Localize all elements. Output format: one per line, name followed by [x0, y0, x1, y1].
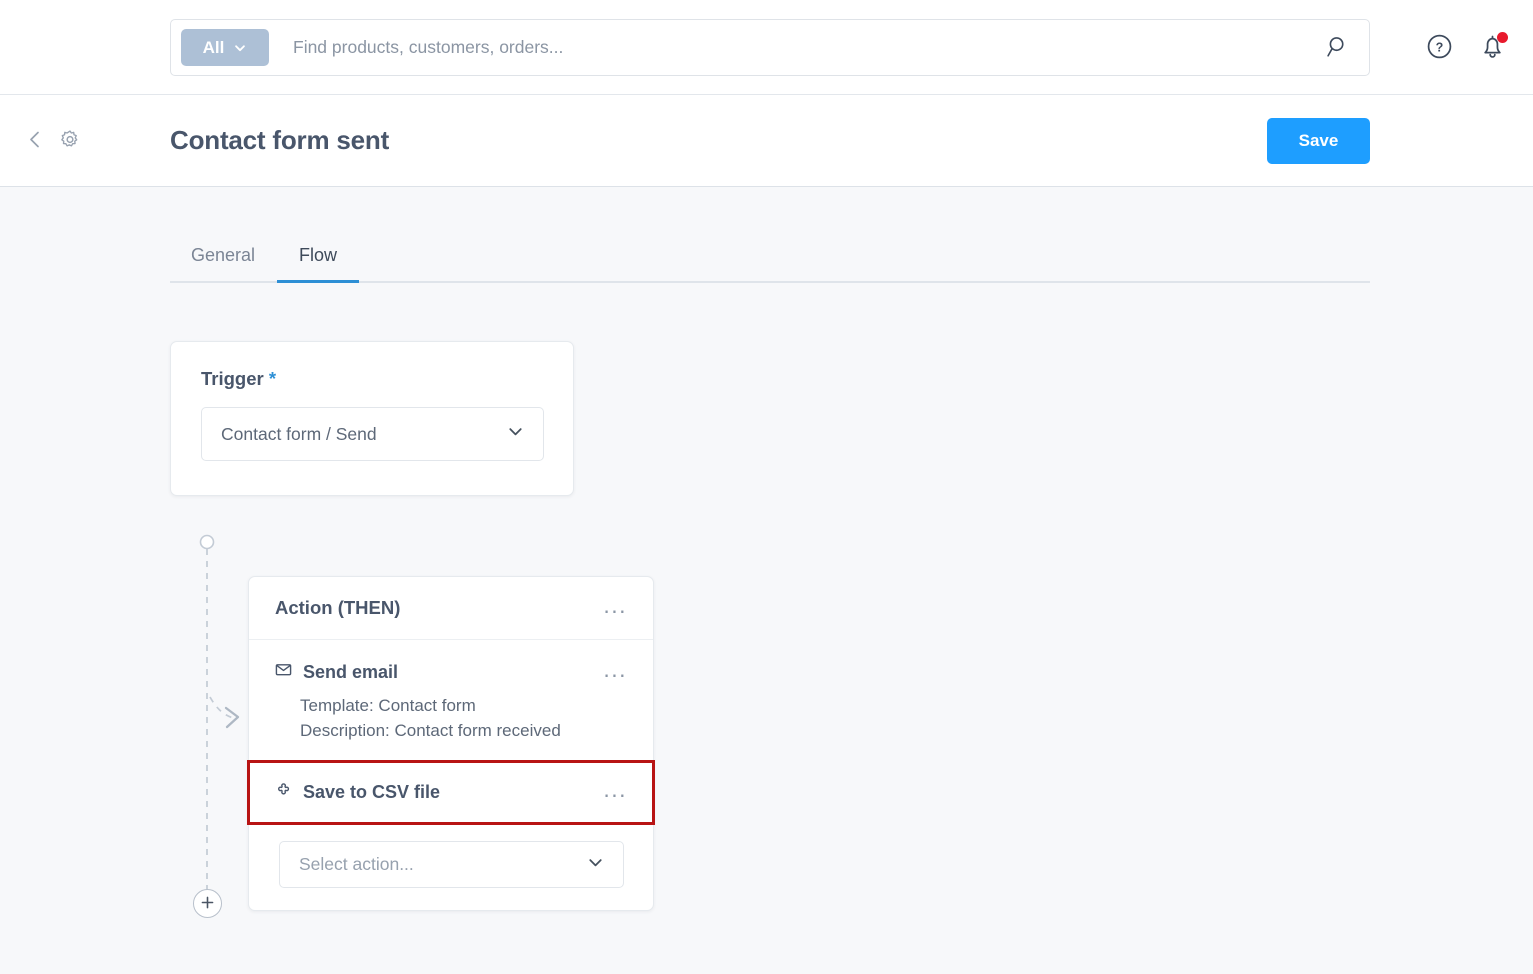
action-card: Action (THEN) ... Send email ... Templat…	[247, 576, 655, 911]
action-item-save-to-csv[interactable]: Save to CSV file ...	[247, 760, 655, 825]
notifications-button[interactable]	[1478, 31, 1508, 64]
action-item-name: Send email	[275, 661, 398, 683]
action-item-meta-line: Template: Contact form	[300, 696, 476, 715]
help-button[interactable]: ?	[1425, 32, 1454, 64]
search-scope-dropdown[interactable]: All	[181, 29, 269, 66]
required-marker: *	[268, 368, 277, 389]
envelope-icon	[275, 661, 292, 683]
add-action-placeholder: Select action...	[299, 854, 414, 874]
settings-button[interactable]	[55, 124, 85, 157]
global-search-container: All	[170, 19, 1370, 76]
action-item-row: Save to CSV file ...	[275, 778, 629, 806]
action-card-title: Action (THEN)	[275, 597, 401, 618]
trigger-card: Trigger * Contact form / Send	[170, 341, 574, 496]
tab-flow[interactable]: Flow	[277, 235, 360, 283]
search-icon	[1326, 34, 1351, 62]
action-item-meta: Template: Contact form Description: Cont…	[275, 693, 629, 743]
page-content: General Flow Trigger * Contact form / Se…	[0, 187, 1533, 974]
trigger-label-text: Trigger	[201, 368, 264, 389]
chevron-left-icon	[24, 128, 46, 153]
top-search-bar: All ?	[0, 0, 1533, 95]
action-item-meta-line: Description: Contact form received	[300, 721, 561, 740]
tab-general[interactable]: General	[170, 235, 277, 283]
action-item-label: Send email	[303, 661, 399, 682]
plus-icon	[200, 895, 215, 913]
tab-bar: General Flow	[170, 235, 1370, 283]
notification-badge-dot	[1497, 31, 1508, 43]
action-item-row: Send email ...	[275, 658, 629, 686]
trigger-select-value: Contact form / Send	[221, 423, 377, 444]
action-item-name: Save to CSV file	[275, 781, 440, 803]
action-item-menu-button[interactable]: ...	[601, 778, 629, 806]
chevron-down-icon	[506, 422, 525, 446]
action-item-send-email[interactable]: Send email ... Template: Contact form De…	[249, 640, 653, 762]
chevron-down-icon	[233, 41, 247, 55]
arrow-right-icon	[224, 706, 240, 729]
page-header: Contact form sent Save	[0, 95, 1533, 187]
action-item-menu-button[interactable]: ...	[601, 658, 629, 686]
search-input[interactable]	[269, 36, 1322, 59]
add-action-select[interactable]: Select action...	[279, 841, 624, 888]
circle-node-icon	[199, 534, 215, 550]
back-button[interactable]	[20, 124, 50, 157]
action-card-menu-button[interactable]: ...	[601, 594, 629, 622]
search-submit-button[interactable]	[1322, 34, 1355, 62]
chevron-down-icon	[586, 853, 605, 877]
action-card-header: Action (THEN) ...	[249, 577, 653, 640]
trigger-select[interactable]: Contact form / Send	[201, 407, 544, 461]
svg-text:?: ?	[1436, 40, 1444, 54]
header-icon-group: ?	[1425, 0, 1508, 95]
action-card-footer: Select action...	[249, 823, 653, 910]
search-scope-label: All	[202, 37, 225, 57]
page-title: Contact form sent	[170, 125, 390, 155]
action-item-label: Save to CSV file	[303, 781, 441, 802]
help-circle-icon: ?	[1425, 32, 1454, 64]
trigger-label: Trigger *	[201, 368, 543, 390]
save-button[interactable]: Save	[1267, 117, 1370, 164]
gear-icon	[59, 128, 81, 153]
add-step-button[interactable]	[193, 889, 222, 918]
puzzle-piece-icon	[275, 781, 292, 803]
